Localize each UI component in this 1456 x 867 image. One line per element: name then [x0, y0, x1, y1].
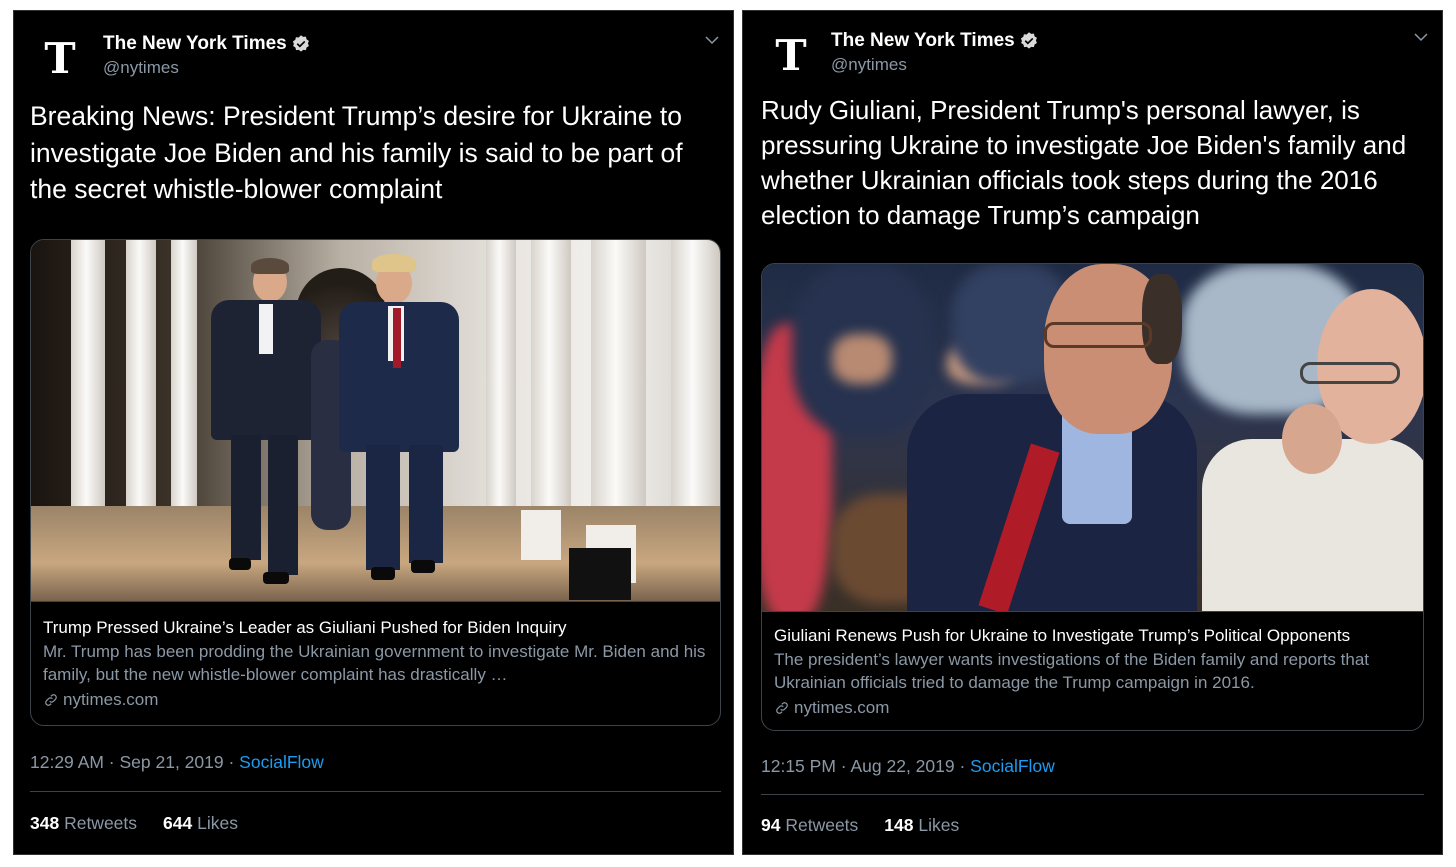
tweet-stats: 94 Retweets 148 Likes [761, 815, 959, 836]
photo-block [521, 510, 561, 560]
likes-label: Likes [918, 815, 960, 835]
photo-column [126, 240, 156, 541]
likes-stat[interactable]: 644 Likes [163, 813, 238, 834]
card-domain-text: nytimes.com [794, 698, 890, 717]
photo-person-leg [231, 435, 261, 560]
photo-person-leg [268, 435, 298, 575]
photo-person-leg [409, 445, 443, 563]
photo-person-shoe [229, 558, 251, 570]
photo-column [671, 240, 719, 541]
photo-person-leg [366, 445, 400, 570]
nyt-logo-glyph: T [44, 34, 76, 83]
card-title: Giuliani Renews Push for Ukraine to Inve… [774, 626, 1351, 645]
photo-person-shirt [259, 304, 273, 354]
photo-glasses [1044, 322, 1152, 348]
retweets-count: 94 [761, 815, 781, 835]
tweet-timestamp[interactable]: 12:29 AM · Sep 21, 2019 · [30, 752, 239, 772]
photo-person-suit [907, 394, 1197, 611]
tweet-header: T The New York Times @nytimes [761, 24, 1430, 86]
author-handle[interactable]: @nytimes [103, 58, 311, 78]
card-image[interactable] [762, 264, 1423, 612]
nyt-logo-glyph: T [775, 31, 807, 80]
tweet-meta: 12:15 PM · Aug 22, 2019 · SocialFlow [761, 756, 1055, 777]
tweet-source-link[interactable]: SocialFlow [970, 756, 1055, 776]
photo-column [531, 240, 571, 541]
author-display-name[interactable]: The New York Times [103, 33, 287, 55]
retweets-label: Retweets [785, 815, 859, 835]
retweets-stat[interactable]: 348 Retweets [30, 813, 137, 834]
photo-column [171, 240, 197, 541]
verified-badge-icon [292, 35, 309, 52]
link-card[interactable]: Trump Pressed Ukraine’s Leader as Giulia… [30, 239, 721, 726]
link-icon [776, 702, 788, 714]
photo-person-shoe [411, 560, 435, 573]
likes-label: Likes [197, 813, 238, 833]
divider [30, 791, 721, 792]
tweet-source-link[interactable]: SocialFlow [239, 752, 324, 772]
photo-column [71, 240, 105, 541]
retweets-count: 348 [30, 813, 60, 833]
tweet-card[interactable]: T The New York Times @nytimes Breaking N… [13, 10, 734, 855]
retweets-label: Retweets [64, 813, 138, 833]
retweets-stat[interactable]: 94 Retweets [761, 815, 858, 836]
tweet-timestamp[interactable]: 12:15 PM · Aug 22, 2019 · [761, 756, 970, 776]
photo-person-hair [251, 258, 289, 274]
tweet-stats: 348 Retweets 644 Likes [30, 813, 238, 834]
divider [761, 794, 1424, 795]
card-description: Mr. Trump has been prodding the Ukrainia… [43, 642, 706, 684]
author-display-name[interactable]: The New York Times [831, 30, 1015, 52]
chevron-down-icon[interactable] [1412, 28, 1430, 46]
chevron-down-icon[interactable] [703, 31, 721, 49]
photo-person-hair [1142, 274, 1182, 364]
photo-blur-hands [832, 334, 892, 384]
tweet-header: T The New York Times @nytimes [30, 27, 721, 89]
link-card[interactable]: Giuliani Renews Push for Ukraine to Inve… [761, 263, 1424, 731]
card-image[interactable] [31, 240, 720, 602]
photo-person-hair [372, 254, 416, 272]
card-domain-text: nytimes.com [63, 690, 159, 709]
photo-person-hand [1282, 404, 1342, 474]
likes-count: 644 [163, 813, 193, 833]
tweet-text: Rudy Giuliani, President Trump's persona… [761, 95, 1407, 230]
author-handle[interactable]: @nytimes [831, 55, 1039, 75]
tweet-card[interactable]: T The New York Times @nytimes Rudy Giuli… [742, 10, 1443, 855]
nyt-logo-avatar[interactable]: T [30, 29, 90, 89]
tweet-text: Breaking News: President Trump’s desire … [30, 101, 683, 204]
photo-glasses [1300, 362, 1400, 384]
nyt-logo-avatar[interactable]: T [761, 26, 821, 86]
card-domain: nytimes.com [774, 698, 1411, 718]
card-description: The president’s lawyer wants investigati… [774, 650, 1369, 692]
tweet-meta: 12:29 AM · Sep 21, 2019 · SocialFlow [30, 752, 324, 773]
likes-count: 148 [884, 815, 914, 835]
verified-badge-icon [1020, 32, 1037, 49]
card-domain: nytimes.com [43, 690, 708, 710]
photo-person-shoe [371, 567, 395, 580]
link-icon [45, 694, 57, 706]
likes-stat[interactable]: 148 Likes [884, 815, 959, 836]
photo-person-shoe [263, 572, 289, 584]
card-title: Trump Pressed Ukraine’s Leader as Giulia… [43, 618, 567, 637]
photo-column [591, 240, 646, 541]
photo-person-tie [393, 308, 401, 368]
photo-block [569, 548, 631, 600]
photo-column [486, 240, 516, 541]
